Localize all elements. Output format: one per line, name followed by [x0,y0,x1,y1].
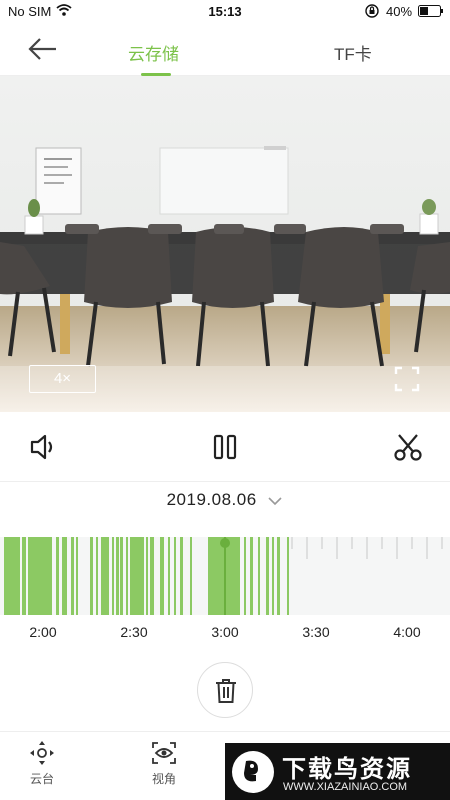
recorded-segment [22,537,26,615]
recorded-segment [96,537,98,615]
tick-label: 2:00 [29,624,57,640]
recorded-segment [71,537,74,615]
speaker-icon[interactable] [28,432,60,462]
watermark-url: WWW.XIAZAINIAO.COM [283,781,408,793]
recorded-segment [101,537,109,615]
tick-label: 3:30 [302,624,330,640]
video-frame [0,76,450,412]
bottom-nav-view-angle[interactable]: 视角 [134,740,194,787]
recorded-segment [174,537,176,615]
tick-label: 4:00 [393,624,421,640]
battery-icon [418,5,443,17]
recorded-segment [287,537,289,615]
recorded-segment [130,537,144,615]
view-angle-icon [152,742,176,764]
watermark-title: 下载鸟资源 [282,756,412,783]
recorded-segment [277,537,280,615]
timeline-time-labels: 2:00 2:30 3:00 3:30 4:00 [0,622,450,642]
bottom-nav-label: 视角 [151,772,176,786]
delete-button[interactable] [197,662,253,718]
recorded-segment [56,537,59,615]
status-bar: No SIM 15:13 40% [0,0,450,24]
back-arrow-icon[interactable] [26,34,60,64]
recorded-segment [168,537,170,615]
recorded-segment [76,537,78,615]
fullscreen-icon[interactable] [394,366,420,392]
chevron-down-icon [268,496,282,505]
tab-cloud-storage[interactable]: 云存储 [128,40,179,65]
site-watermark: 下载鸟资源 WWW.XIAZAINIAO.COM [225,743,450,800]
recorded-segment [244,537,246,615]
recorded-segment [28,537,52,615]
battery-percent: 40% [386,4,413,19]
date-value: 2019.08.06 [166,490,257,509]
trash-icon [216,679,236,703]
clock: 15:13 [208,4,242,19]
recorded-segment [146,537,148,615]
playback-speed-badge[interactable]: 4× [29,365,96,393]
pause-icon[interactable] [210,432,242,462]
tick-label: 3:00 [211,624,239,640]
recorded-segment [116,537,119,615]
recorded-segment [258,537,260,615]
playhead-handle[interactable] [220,538,230,548]
top-nav: 云存储 TF卡 [0,24,450,76]
recorded-segment [126,537,128,615]
app-screen: No SIM 15:13 40% 云存储 TF卡 4× 2019.08.06 2… [0,0,450,800]
recorded-segment [112,537,114,615]
recorded-segment [266,537,269,615]
tab-tf-card[interactable]: TF卡 [334,40,372,65]
recorded-segment [90,537,93,615]
playback-controls [0,412,450,482]
rotation-lock-icon [365,4,379,18]
bottom-nav-ptz[interactable]: 云台 [12,740,72,787]
bottom-nav-label: 云台 [29,772,54,786]
recorded-segment [4,537,20,615]
recorded-segment [190,537,192,615]
recording-timeline[interactable] [0,537,450,615]
timeline-track[interactable] [0,537,450,615]
recorded-segment [160,537,164,615]
recorded-segment [250,537,253,615]
video-player[interactable]: 4× [0,76,450,412]
recorded-segment [272,537,274,615]
date-selector[interactable]: 2019.08.06 [0,490,450,524]
recorded-segment [180,537,183,615]
recorded-segment [62,537,67,615]
tick-label: 2:30 [120,624,148,640]
recorded-segment [120,537,123,615]
recorded-segment [150,537,154,615]
ptz-icon [30,741,54,765]
bird-logo-icon [232,751,274,793]
scissors-icon[interactable] [392,432,424,462]
